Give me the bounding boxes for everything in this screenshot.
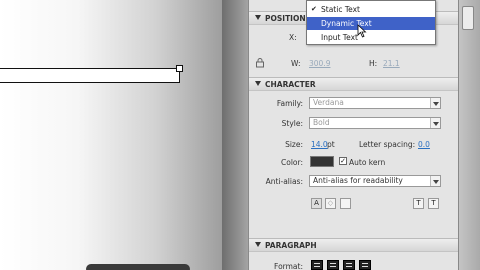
auto-kern-label: Auto kern bbox=[349, 158, 386, 167]
chevron-down-icon bbox=[430, 98, 440, 108]
menu-item-static-text[interactable]: ✔ Static Text bbox=[307, 3, 435, 16]
justify-icon[interactable] bbox=[359, 260, 371, 270]
anti-alias-label: Anti-alias: bbox=[265, 177, 303, 186]
width-value[interactable]: 300.9 bbox=[309, 59, 330, 68]
stage-edge bbox=[222, 0, 248, 270]
collapse-triangle-icon bbox=[255, 15, 261, 20]
text-type-dropdown[interactable]: ✔ Static Text Dynamic Text Input Text bbox=[306, 0, 436, 45]
letter-spacing-value[interactable]: 0.0 bbox=[418, 140, 430, 149]
size-unit: pt bbox=[327, 140, 335, 149]
stage-area[interactable] bbox=[0, 0, 248, 270]
height-value[interactable]: 21.1 bbox=[383, 59, 400, 68]
align-center-icon[interactable] bbox=[327, 260, 339, 270]
align-left-icon[interactable] bbox=[311, 260, 323, 270]
checkmark-icon: ✔ bbox=[311, 5, 317, 13]
format-label: Format: bbox=[274, 262, 303, 270]
chevron-down-icon bbox=[430, 176, 440, 186]
align-right-icon[interactable] bbox=[343, 260, 355, 270]
border-icon[interactable] bbox=[340, 198, 351, 209]
collapse-triangle-icon bbox=[255, 81, 261, 86]
arrow-cursor-icon bbox=[357, 24, 367, 38]
size-label: Size: bbox=[285, 140, 303, 149]
letter-spacing-label: Letter spacing: bbox=[359, 140, 416, 149]
artboard[interactable] bbox=[0, 0, 222, 270]
h-label: H: bbox=[369, 59, 378, 68]
collapse-triangle-icon bbox=[255, 242, 261, 247]
selectable-text-icon[interactable]: A bbox=[311, 198, 322, 209]
color-label: Color: bbox=[281, 158, 303, 167]
subscript-icon[interactable]: T bbox=[428, 198, 439, 209]
render-html-icon[interactable]: ◇ bbox=[325, 198, 336, 209]
paragraph-section-header[interactable]: PARAGRAPH bbox=[249, 238, 459, 252]
x-label: X: bbox=[289, 33, 297, 42]
panel-scrollbar[interactable] bbox=[458, 0, 480, 270]
text-color-swatch[interactable] bbox=[310, 156, 334, 167]
menu-item-input-text[interactable]: Input Text bbox=[307, 31, 435, 44]
font-style-select[interactable]: Bold bbox=[309, 117, 441, 129]
style-label: Style: bbox=[281, 119, 303, 128]
timeline-scrollbar[interactable] bbox=[86, 264, 190, 270]
lock-icon[interactable] bbox=[255, 58, 265, 68]
superscript-icon[interactable]: T bbox=[413, 198, 424, 209]
character-section-header[interactable]: CHARACTER bbox=[249, 77, 459, 91]
font-size-value[interactable]: 14.0 bbox=[311, 140, 328, 149]
resize-handle[interactable] bbox=[176, 65, 183, 72]
chevron-down-icon bbox=[430, 118, 440, 128]
scrollbar-thumb[interactable] bbox=[462, 6, 474, 30]
font-family-select[interactable]: Verdana bbox=[309, 97, 441, 109]
family-label: Family: bbox=[276, 99, 303, 108]
selected-text-field[interactable] bbox=[0, 68, 180, 83]
anti-alias-select[interactable]: Anti-alias for readability bbox=[309, 175, 441, 187]
menu-item-dynamic-text[interactable]: Dynamic Text bbox=[307, 17, 435, 30]
auto-kern-checkbox[interactable]: ✓ bbox=[339, 157, 347, 165]
w-label: W: bbox=[291, 59, 301, 68]
